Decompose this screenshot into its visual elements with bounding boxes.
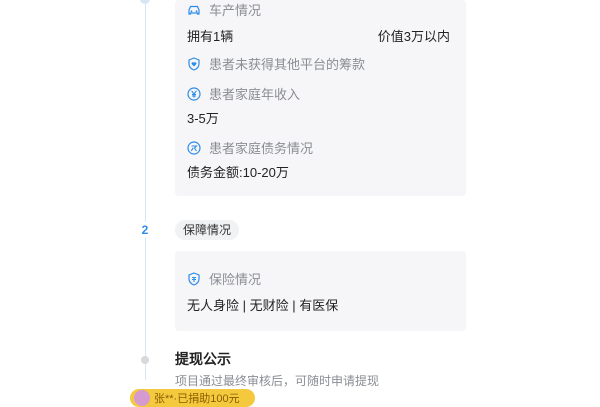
car-row-label: 车产情况 <box>187 0 261 19</box>
insurance-value: 无人身险 | 无财险 | 有医保 <box>187 298 339 313</box>
car-icon <box>187 3 201 17</box>
income-value: 3-5万 <box>187 111 219 126</box>
insurance-row-label: 保险情况 <box>187 269 261 288</box>
debt-label: 患者家庭债务情况 <box>209 141 314 156</box>
car-value: 拥有1辆 <box>187 29 234 44</box>
debt-row-label: 患者家庭债务情况 <box>187 138 313 157</box>
debt-value: 债务金额:10-20万 <box>187 165 289 180</box>
debt-icon <box>187 140 201 155</box>
timeline-line <box>145 0 146 380</box>
property-info-card: 车产情况 拥有1辆 价值3万以内 患者未获得其他平台的筹款 患者家庭年收入 3-… <box>175 0 466 196</box>
income-row-label: 患者家庭年收入 <box>187 84 300 103</box>
step-number-2: 2 <box>136 222 154 238</box>
insurance-label: 保险情况 <box>209 272 262 287</box>
insurance-icon <box>187 271 201 286</box>
insurance-card: 保险情况 无人身险 | 无财险 | 有医保 <box>175 251 466 331</box>
donation-ticker-text: 张**·已捐助100元 <box>154 393 240 405</box>
withdraw-title: 提现公示 <box>175 351 231 367</box>
yen-icon <box>187 86 201 101</box>
timeline-node-withdraw <box>141 356 149 364</box>
heart-shield-icon <box>187 56 201 71</box>
section-tag-protection: 保障情况 <box>175 220 240 240</box>
avatar <box>134 390 150 406</box>
withdraw-subtitle: 项目通过最终审核后，可随时申请提现 <box>175 374 380 388</box>
car-value-right: 价值3万以内 <box>377 29 450 44</box>
car-label: 车产情况 <box>209 3 262 18</box>
donation-ticker[interactable]: 张**·已捐助100元 <box>130 389 255 407</box>
income-label: 患者家庭年收入 <box>209 87 301 102</box>
crowdfunding-label: 患者未获得其他平台的筹款 <box>209 57 366 72</box>
crowdfunding-row: 患者未获得其他平台的筹款 <box>187 54 365 73</box>
